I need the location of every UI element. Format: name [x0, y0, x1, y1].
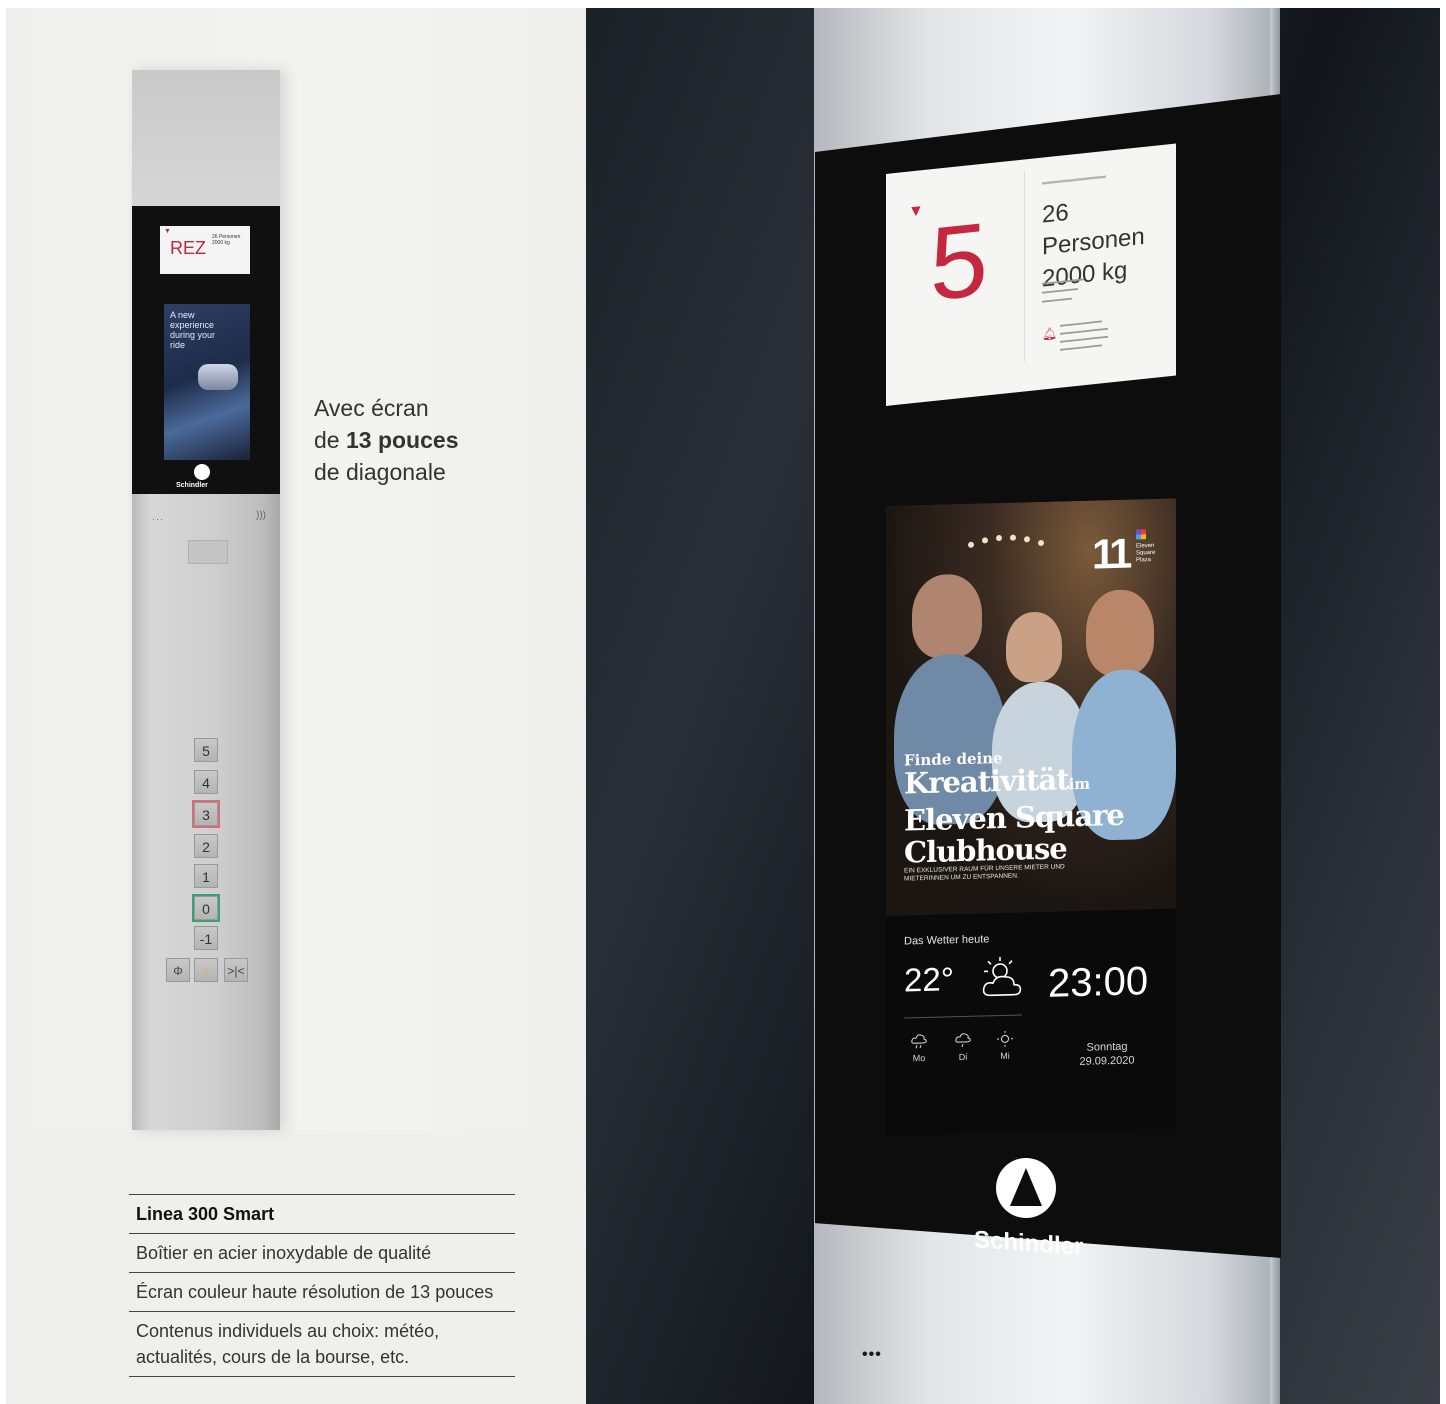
- spec-row: Écran couleur haute résolution de 13 pou…: [129, 1272, 515, 1311]
- floor-indicator-screen: ▼ 5 ▬▬▬▬▬▬▬▬ 26 Personen 2000 kg ▬▬▬▬▬▬▬…: [886, 143, 1176, 406]
- car-operating-panel: ▼ REZ 26 Personen 2000 kg A new experien…: [132, 70, 280, 1130]
- card-reader: [188, 540, 228, 564]
- advert-photo: 11 Eleven Square Plaza Finde deine Kreat…: [886, 498, 1176, 916]
- bokeh-light: [982, 537, 988, 544]
- rain-cloud-icon: [911, 1034, 927, 1049]
- person-left: [912, 573, 982, 660]
- bokeh-light: [1038, 539, 1044, 547]
- product-photo: ▼ REZ 26 Personen 2000 kg A new experien…: [6, 8, 586, 1130]
- down-arrow-icon: ▼: [164, 228, 171, 235]
- mini-ad-text: A new experience during your ride: [170, 310, 216, 350]
- left-panel: ▼ REZ 26 Personen 2000 kg A new experien…: [6, 8, 586, 1404]
- spec-row: Boîtier en acier inoxydable de qualité: [129, 1233, 515, 1272]
- caption-line-3: de diagonale: [314, 459, 446, 485]
- floor-button-3[interactable]: 3: [194, 802, 218, 826]
- forecast-day: Mi: [992, 1030, 1018, 1062]
- bokeh-light: [1010, 534, 1016, 541]
- mini-brand-label: Schindler: [176, 482, 208, 489]
- spec-row: Contenus individuels au choix: météo, ac…: [129, 1311, 515, 1377]
- alarm-bell-icon: 🔔︎: [1042, 326, 1058, 342]
- mini-advert: A new experience during your ride: [164, 304, 250, 460]
- ad-headline-small: im: [1068, 774, 1091, 794]
- forecast-day: Mo: [906, 1033, 932, 1064]
- schindler-logo-icon: [996, 1158, 1056, 1218]
- panel-screen: ▼ REZ 26 Personen 2000 kg A new experien…: [132, 206, 280, 494]
- panel-top-steel: [132, 70, 280, 206]
- speaker-dots-icon: •••: [862, 1346, 882, 1363]
- forecast-day-label: Di: [958, 1051, 968, 1063]
- brand-mark-icon: [1136, 529, 1146, 540]
- floor-button-minus-1[interactable]: -1: [194, 926, 218, 950]
- brand-logo-name: Eleven Square Plaza: [1136, 542, 1156, 564]
- person-middle: [1006, 611, 1062, 683]
- sun-icon: [997, 1030, 1013, 1047]
- speaker-dots-icon: ···: [152, 514, 164, 524]
- ad-headline-line: Clubhouse: [904, 831, 1067, 870]
- rain-cloud-icon: [955, 1033, 971, 1048]
- caption-prefix: de: [314, 427, 346, 453]
- floor-number: 5: [930, 201, 988, 324]
- brand-logo-11: 11: [1092, 529, 1129, 578]
- clock: 23:00: [1048, 959, 1149, 1006]
- mini-capacity: 26 Personen 2000 kg: [212, 234, 241, 246]
- floor-button-2[interactable]: 2: [194, 834, 218, 858]
- door-open-button[interactable]: Φ: [166, 958, 190, 982]
- bokeh-light: [1024, 536, 1030, 543]
- mini-floor-label: REZ: [170, 238, 206, 258]
- person-right: [1086, 588, 1154, 677]
- down-arrow-icon: ▼: [908, 202, 924, 221]
- floor-button-1[interactable]: 1: [194, 864, 218, 888]
- caption-line-1: Avec écran: [314, 395, 429, 421]
- mini-floor-indicator: ▼ REZ 26 Personen 2000 kg: [160, 226, 250, 274]
- spec-table: Linea 300 Smart Boîtier en acier inoxyda…: [129, 1194, 515, 1377]
- vr-headset-image: [198, 364, 238, 390]
- weather-divider: [904, 1014, 1022, 1019]
- media-display: 11 Eleven Square Plaza Finde deine Kreat…: [886, 498, 1176, 1136]
- floor-button-4[interactable]: 4: [194, 770, 218, 794]
- sun-cloud-icon: [982, 956, 1022, 997]
- schindler-logo-icon: [194, 464, 210, 480]
- temperature: 22°: [904, 960, 954, 999]
- logo-peak: [1010, 1168, 1042, 1206]
- date-block: Sonntag 29.09.2020: [1062, 1039, 1152, 1069]
- right-panel-photo: ▼ 5 ▬▬▬▬▬▬▬▬ 26 Personen 2000 kg ▬▬▬▬▬▬▬…: [586, 8, 1440, 1404]
- ad-headline: Kreativitätim Eleven Square Clubhouse: [904, 760, 1174, 870]
- weather-label: Das Wetter heute: [904, 933, 990, 948]
- door-close-button[interactable]: >|<: [224, 958, 248, 982]
- indicator-note-lines: ▬▬▬▬▬▬▬ ▬▬▬▬▬▬▬▬ ▬▬▬▬▬▬▬▬ ▬▬▬▬▬▬▬: [1060, 318, 1108, 353]
- caption-line-2: de 13 pouces: [314, 424, 458, 456]
- alarm-bell-button[interactable]: ⍾: [194, 958, 218, 982]
- indicator-fine-print: ▬▬▬▬▬▬▬▬: [1042, 170, 1106, 187]
- floor-button-5[interactable]: 5: [194, 738, 218, 762]
- nfc-icon: ))): [256, 510, 266, 521]
- screen-caption: Avec écran de 13 pouces de diagonale: [314, 392, 458, 488]
- caption-bold: 13 pouces: [345, 427, 459, 453]
- floor-button-0[interactable]: 0: [194, 896, 218, 920]
- date: 29.09.2020: [1079, 1054, 1135, 1068]
- forecast-day: Di: [950, 1032, 976, 1063]
- forecast-day-label: Mo: [912, 1052, 926, 1064]
- spec-title: Linea 300 Smart: [129, 1194, 515, 1233]
- forecast-day-label: Mi: [1000, 1050, 1010, 1062]
- bokeh-light: [968, 541, 974, 548]
- indicator-divider: [1024, 171, 1025, 362]
- ad-headline-word: Kreativität: [904, 762, 1069, 801]
- bokeh-light: [996, 534, 1002, 542]
